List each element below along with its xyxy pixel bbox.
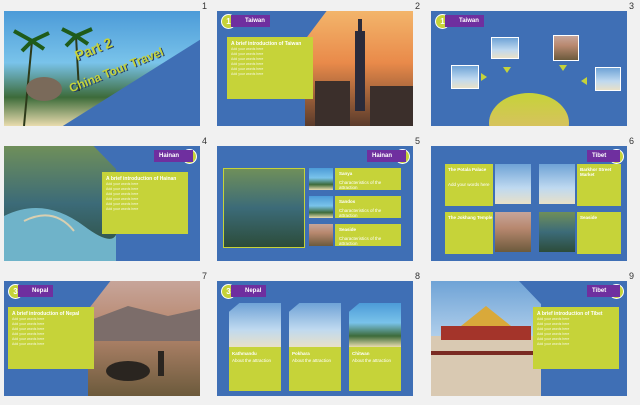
hainan-photo [223,168,305,248]
intro-box: A brief introduction of Hainan Add your … [102,172,188,234]
pokhara-photo [289,303,341,347]
temple-icon [431,306,541,396]
potala-photo [495,164,531,204]
slide-number: 3 [628,1,634,11]
taipei-city-photo [305,11,413,126]
region-tag: Nepal [231,285,267,297]
attraction-box: Kathmandu About the attraction [229,347,281,391]
slide-thumbnail-9[interactable]: 9 4 Tibet A brief introduction of Tibet … [427,270,640,405]
attraction-box: Chitwan About the attraction [349,347,401,391]
attraction-box: The Jokhang Temple [445,212,493,254]
bay-shape [4,208,116,261]
region-tag: Nepal [18,285,54,297]
slide-number: 5 [414,136,420,146]
slide-number: 8 [414,271,420,281]
attraction-thumb [309,168,333,190]
slide-number: 6 [628,136,634,146]
barkhor-photo [539,164,575,204]
slide-preview: 3 Nepal A brief introduction of Nepal Ad… [4,281,200,396]
attraction-box: The Potala Palace Add your words here [445,164,493,206]
chitwan-photo [349,303,401,347]
attraction-box: Sanya Characteristics of the attraction [335,168,401,190]
intro-box: A brief introduction of Tibet Add your w… [533,307,619,369]
slide-thumbnail-8[interactable]: 8 3 Nepal Kathmandu About the attraction… [213,270,426,405]
attraction-box: Barkhor Street Market [577,164,621,206]
intro-box: A brief introduction of Taiwan Add your … [227,37,313,99]
attraction-thumb [309,224,333,246]
hainan-aerial-photo [4,146,116,261]
slide-preview: 2 Hainan A brief introduction of Hainan … [4,146,200,261]
slide-number: 9 [628,271,634,281]
slide-number: 4 [201,136,207,146]
region-tag: Taiwan [231,15,270,27]
attraction-box: Seaside [577,212,621,254]
attraction-box: Pokhara About the attraction [289,347,341,391]
slide-thumbnail-4[interactable]: 4 2 Hainan A brief introduction of Haina… [0,135,213,270]
nepal-farm-photo [88,281,200,396]
region-tag: Tibet [587,150,621,162]
slide-thumbnail-6[interactable]: 6 4 Tibet The Potala Palace Add your wor… [427,135,640,270]
attraction-box: Sandos Characteristics of the attraction [335,196,401,218]
lake-photo [539,212,575,252]
attraction-box: Seaside Characteristics of the attractio… [335,224,401,246]
slide-preview: Part 2 China Tour Travel [4,11,200,126]
attraction-thumb [309,196,333,218]
slide-thumbnail-5[interactable]: 5 2 Hainan Sanya Characteristics of the … [213,135,426,270]
kathmandu-photo [229,303,281,347]
slide-thumbnail-7[interactable]: 7 3 Nepal A brief introduction of Nepal … [0,270,213,405]
slide-preview: 4 Tibet The Potala Palace Add your words… [431,146,627,261]
slide-preview: 2 Hainan Sanya Characteristics of the at… [217,146,413,261]
slide-thumbnail-1[interactable]: 1 Part 2 China Tour Travel [0,0,213,135]
intro-box: A brief introduction of Nepal Add your w… [8,307,94,369]
slide-preview: 4 Tibet A brief introduction of Tibet Ad… [431,281,627,396]
region-tag: Tibet [587,285,621,297]
slide-thumbnail-2[interactable]: 2 1 Taiwan A brief introduction of Taiwa… [213,0,426,135]
slide-thumbnail-3[interactable]: 3 1 Taiwan [427,0,640,135]
skyline-icon [315,19,413,126]
jokhang-photo [495,212,531,252]
slide-number: 2 [414,1,420,11]
region-tag: Hainan [154,150,194,162]
farmer-silhouette [88,306,200,381]
region-tag: Hainan [367,150,407,162]
tibet-temple-photo [431,281,541,396]
slide-number: 7 [201,271,207,281]
slide-preview: 1 Taiwan [431,11,627,126]
slide-number: 1 [201,1,207,11]
slide-preview: 1 Taiwan A brief introduction of Taiwan … [217,11,413,126]
slide-preview: 3 Nepal Kathmandu About the attraction P… [217,281,413,396]
